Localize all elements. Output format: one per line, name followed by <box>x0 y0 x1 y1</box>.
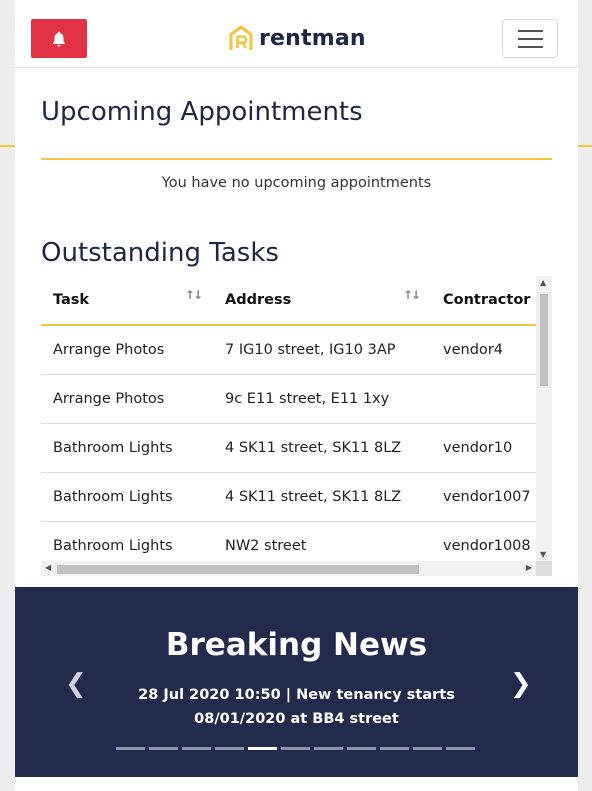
hamburger-icon-line <box>517 37 543 40</box>
table-row[interactable]: Bathroom Lights 4 SK11 street, SK11 8LZ … <box>41 423 536 473</box>
carousel-indicator[interactable] <box>380 747 409 750</box>
cell-contractor <box>431 374 536 424</box>
carousel-indicator[interactable] <box>347 747 376 750</box>
carousel-next-chevron-icon[interactable]: ❯ <box>510 669 532 699</box>
table-header-row: Task ↑↓ Address ↑↓ Contractor <box>41 276 536 326</box>
cell-task: Arrange Photos <box>41 374 213 424</box>
table-row[interactable]: Bathroom Lights 4 SK11 street, SK11 8LZ … <box>41 472 536 522</box>
scroll-left-arrow-icon[interactable]: ◀ <box>45 563 51 572</box>
carousel-indicator[interactable] <box>413 747 442 750</box>
appointments-divider <box>41 158 552 160</box>
scroll-down-arrow-icon[interactable]: ▼ <box>540 550 546 559</box>
carousel-indicator[interactable] <box>116 747 145 750</box>
carousel-indicator[interactable] <box>314 747 343 750</box>
menu-toggle-button[interactable] <box>502 19 558 58</box>
cell-contractor: vendor1008 <box>431 521 536 561</box>
cell-contractor: vendor1007 <box>431 472 536 522</box>
cell-task: Bathroom Lights <box>41 521 213 561</box>
sort-icon[interactable]: ↑↓ <box>403 288 421 302</box>
carousel-indicator[interactable] <box>149 747 178 750</box>
appointments-empty-message: You have no upcoming appointments <box>161 175 432 191</box>
logo-text: rentman <box>259 25 366 51</box>
carousel-prev-chevron-icon[interactable]: ❮ <box>65 669 87 699</box>
column-header-contractor[interactable]: Contractor <box>431 276 536 326</box>
bell-icon <box>53 31 65 46</box>
notifications-button[interactable] <box>31 19 87 58</box>
background-accent-line <box>578 145 592 147</box>
carousel-indicator[interactable] <box>248 747 277 750</box>
cell-address: 4 SK11 street, SK11 8LZ <box>213 472 431 522</box>
scroll-up-arrow-icon[interactable]: ▲ <box>540 278 546 287</box>
cell-address: NW2 street <box>213 521 431 561</box>
column-header-label: Task <box>53 292 90 308</box>
vertical-scrollbar[interactable]: ▲ ▼ <box>536 276 552 561</box>
column-header-address[interactable]: Address ↑↓ <box>213 276 431 326</box>
rentman-logo[interactable]: rentman <box>228 23 366 53</box>
news-item-text: 28 Jul 2020 10:50 | New tenancy starts 0… <box>138 687 455 727</box>
cell-address: 4 SK11 street, SK11 8LZ <box>213 423 431 473</box>
tasks-table-viewport: Task ↑↓ Address ↑↓ Contractor Arrange Ph… <box>41 276 536 561</box>
column-header-task[interactable]: Task ↑↓ <box>41 276 213 326</box>
scrollbar-corner <box>536 561 552 576</box>
cell-contractor: vendor10 <box>431 423 536 473</box>
appointments-heading: Upcoming Appointments <box>41 97 363 127</box>
sort-icon[interactable]: ↑↓ <box>185 288 203 302</box>
table-row[interactable]: Arrange Photos 7 IG10 street, IG10 3AP v… <box>41 325 536 375</box>
hamburger-icon <box>517 29 543 32</box>
carousel-indicator[interactable] <box>182 747 211 750</box>
tasks-table: Task ↑↓ Address ↑↓ Contractor Arrange Ph… <box>41 276 536 561</box>
cell-task: Bathroom Lights <box>41 472 213 522</box>
table-row[interactable]: Arrange Photos 9c E11 street, E11 1xy <box>41 374 536 424</box>
tasks-table-container: Task ↑↓ Address ↑↓ Contractor Arrange Ph… <box>41 276 552 576</box>
column-header-label: Contractor <box>443 292 531 308</box>
breaking-news-carousel: Breaking News ❮ 28 Jul 2020 10:50 | New … <box>15 587 578 777</box>
navbar: rentman <box>15 10 578 68</box>
cell-task: Arrange Photos <box>41 325 213 375</box>
tasks-heading: Outstanding Tasks <box>41 238 279 268</box>
cell-address: 9c E11 street, E11 1xy <box>213 374 431 424</box>
carousel-indicator[interactable] <box>281 747 310 750</box>
mobile-frame: rentman Upcoming Appointments You have n… <box>15 10 578 791</box>
hamburger-icon-line <box>517 45 543 48</box>
table-row[interactable]: Bathroom Lights NW2 street vendor1008 <box>41 521 536 561</box>
carousel-indicator[interactable] <box>215 747 244 750</box>
horizontal-scrollbar[interactable]: ◀ ▶ <box>41 561 536 576</box>
vertical-scroll-thumb[interactable] <box>540 294 548 386</box>
cell-contractor: vendor4 <box>431 325 536 375</box>
cell-task: Bathroom Lights <box>41 423 213 473</box>
column-header-label: Address <box>225 292 292 308</box>
carousel-indicators <box>116 747 475 750</box>
carousel-indicator[interactable] <box>446 747 475 750</box>
news-heading: Breaking News <box>165 627 428 663</box>
house-r-logo-icon <box>229 25 253 50</box>
scroll-right-arrow-icon[interactable]: ▶ <box>526 563 532 572</box>
background-accent-line <box>0 145 15 147</box>
cell-address: 7 IG10 street, IG10 3AP <box>213 325 431 375</box>
horizontal-scroll-thumb[interactable] <box>57 565 419 574</box>
